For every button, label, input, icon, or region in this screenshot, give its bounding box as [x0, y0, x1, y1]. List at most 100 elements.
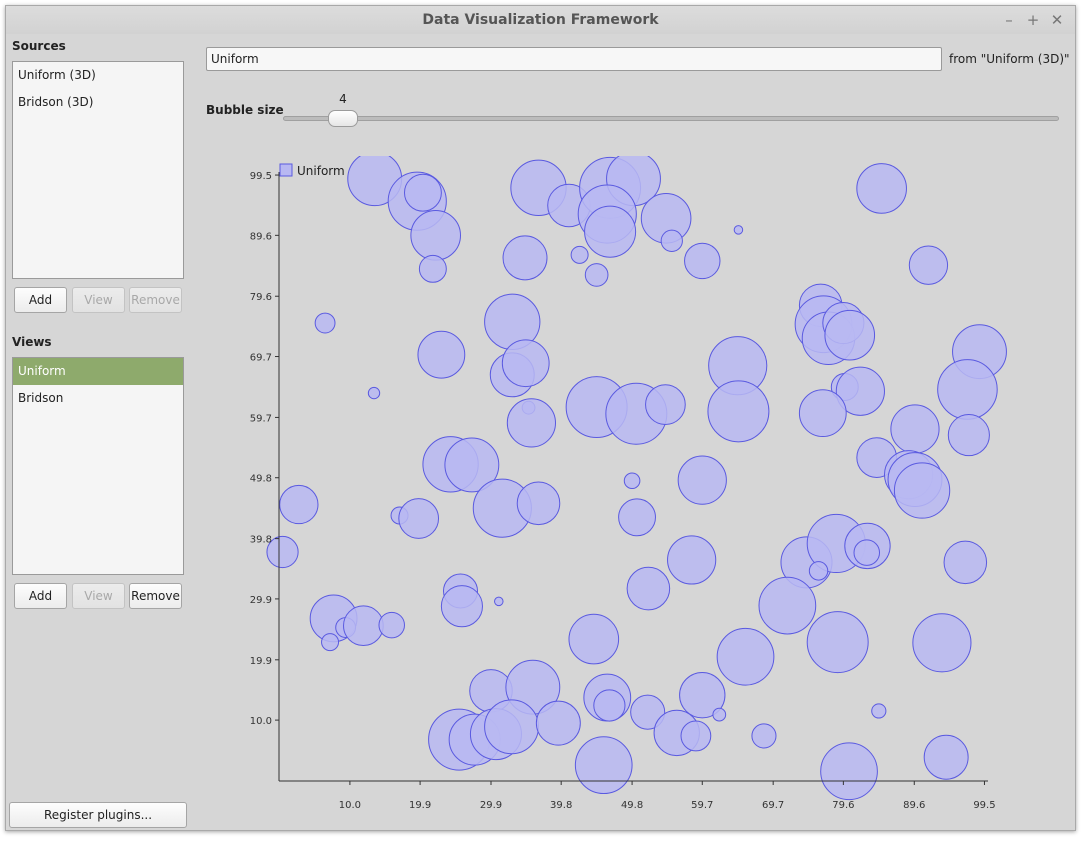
bubble-point [667, 535, 717, 585]
sources-add-button[interactable]: Add [14, 287, 67, 313]
view-name-input[interactable] [206, 47, 942, 71]
x-tick-label: 79.6 [832, 800, 854, 811]
sources-view-button[interactable]: View [72, 287, 125, 313]
x-tick-label: 39.8 [550, 800, 572, 811]
bubble-point [943, 540, 988, 585]
bubble-chart[interactable]: 10.0 19.9 29.9 39.8 49.8 59.7 69.7 79.6 89.6 99.5… [236, 156, 1036, 816]
bubble-point [314, 312, 336, 334]
bubble-point [712, 707, 727, 722]
view-item-bridson[interactable]: Bridson [13, 385, 183, 412]
y-tick-label: 79.6 [250, 292, 272, 303]
bubble-point [623, 472, 641, 490]
bubble-point [820, 742, 878, 801]
bubble-point [403, 173, 442, 212]
x-axis-ticks: 10.0 19.9 29.9 39.8 49.8 59.7 69.7 79.6 89.6 99.5 [339, 781, 996, 811]
bubble-point [574, 736, 633, 795]
bubble-point [758, 576, 817, 635]
bubble-point [890, 404, 940, 454]
y-tick-label: 59.7 [250, 413, 272, 424]
bubble-size-slider-track[interactable] [283, 116, 1059, 121]
close-icon[interactable]: ✕ [1047, 10, 1067, 30]
y-tick-label: 99.5 [250, 171, 272, 182]
y-tick-label: 29.9 [250, 595, 272, 606]
x-tick-label: 29.9 [480, 800, 502, 811]
bubble-point [568, 613, 620, 665]
bubble-point [853, 539, 881, 566]
y-tick-label: 69.7 [250, 353, 272, 364]
source-origin-label: from "Uniform (3D)" [949, 52, 1070, 66]
bubble-point [871, 703, 887, 719]
sources-list[interactable]: Uniform (3D) Bridson (3D) [12, 61, 184, 279]
bubble-point [806, 611, 869, 674]
bubble-point [923, 734, 969, 780]
bubble-point [417, 330, 466, 379]
bubble-point [279, 484, 319, 525]
bubble-point [410, 210, 462, 261]
bubble-size-value: 4 [339, 92, 347, 106]
view-item-uniform[interactable]: Uniform [13, 358, 183, 385]
bubble-point [367, 386, 381, 400]
bubble-point [516, 481, 561, 526]
bubble-point [570, 245, 589, 264]
y-axis-ticks: 10.0 19.9 29.9 39.8 49.8 59.7 69.7 79.6 89.6 99.5 [250, 171, 279, 727]
x-tick-label: 19.9 [409, 800, 431, 811]
bubble-point [798, 389, 847, 438]
x-tick-label: 99.5 [973, 800, 995, 811]
bubble-point [707, 380, 770, 443]
views-view-button[interactable]: View [72, 583, 125, 609]
source-item-bridson[interactable]: Bridson (3D) [13, 89, 183, 116]
views-add-button[interactable]: Add [14, 583, 67, 609]
bubble-point [398, 498, 440, 539]
bubble-point [343, 605, 384, 647]
bubble-point [733, 225, 744, 235]
bubble-point [378, 611, 405, 639]
bubble-point [716, 627, 775, 686]
y-tick-label: 89.6 [250, 231, 272, 242]
bubble-point [494, 596, 504, 607]
y-tick-label: 39.8 [250, 535, 272, 546]
title-bar[interactable]: Data Visualization Framework – + ✕ [6, 6, 1075, 34]
app-window: Data Visualization Framework – + ✕ Sourc… [5, 5, 1076, 831]
bubble-point [440, 585, 483, 628]
y-tick-label: 49.8 [250, 474, 272, 485]
bubble-point [824, 309, 876, 361]
legend-swatch [279, 163, 293, 177]
bubble-point [506, 398, 557, 448]
x-tick-label: 49.8 [621, 800, 643, 811]
bubble-point [947, 414, 990, 457]
x-tick-label: 10.0 [339, 800, 361, 811]
sources-label: Sources [12, 39, 66, 53]
window-title: Data Visualization Framework [422, 12, 659, 28]
register-plugins-button[interactable]: Register plugins... [9, 802, 187, 828]
bubble-point [501, 339, 550, 388]
bubble-point [912, 613, 972, 673]
bubble-point [626, 566, 671, 611]
bubble-point [856, 163, 907, 214]
x-tick-label: 69.7 [762, 800, 784, 811]
x-tick-label: 89.6 [903, 800, 925, 811]
views-list[interactable]: Uniform Bridson [12, 357, 184, 575]
minimize-icon[interactable]: – [999, 10, 1019, 30]
bubble-size-slider-thumb[interactable] [328, 110, 358, 127]
views-label: Views [12, 335, 52, 349]
bubble-point [893, 462, 951, 519]
bubble-point [808, 561, 829, 581]
bubble-point [751, 723, 777, 749]
bubble-point [937, 359, 998, 420]
maximize-icon[interactable]: + [1023, 10, 1043, 30]
bubble-point [484, 699, 539, 755]
bubble-size-label: Bubble size [206, 103, 284, 117]
bubble-point [908, 245, 949, 285]
bubble-point [680, 720, 712, 752]
bubble-series [266, 156, 1007, 801]
y-tick-label: 10.0 [250, 716, 272, 727]
chart-legend: Uniform [279, 163, 345, 178]
views-remove-button[interactable]: Remove [129, 583, 182, 609]
x-tick-label: 59.7 [691, 800, 713, 811]
bubble-point [618, 498, 656, 537]
legend-label: Uniform [297, 164, 345, 178]
sources-remove-button[interactable]: Remove [129, 287, 182, 313]
bubble-point [584, 205, 637, 258]
source-item-uniform[interactable]: Uniform (3D) [13, 62, 183, 89]
bubble-point [677, 455, 727, 505]
